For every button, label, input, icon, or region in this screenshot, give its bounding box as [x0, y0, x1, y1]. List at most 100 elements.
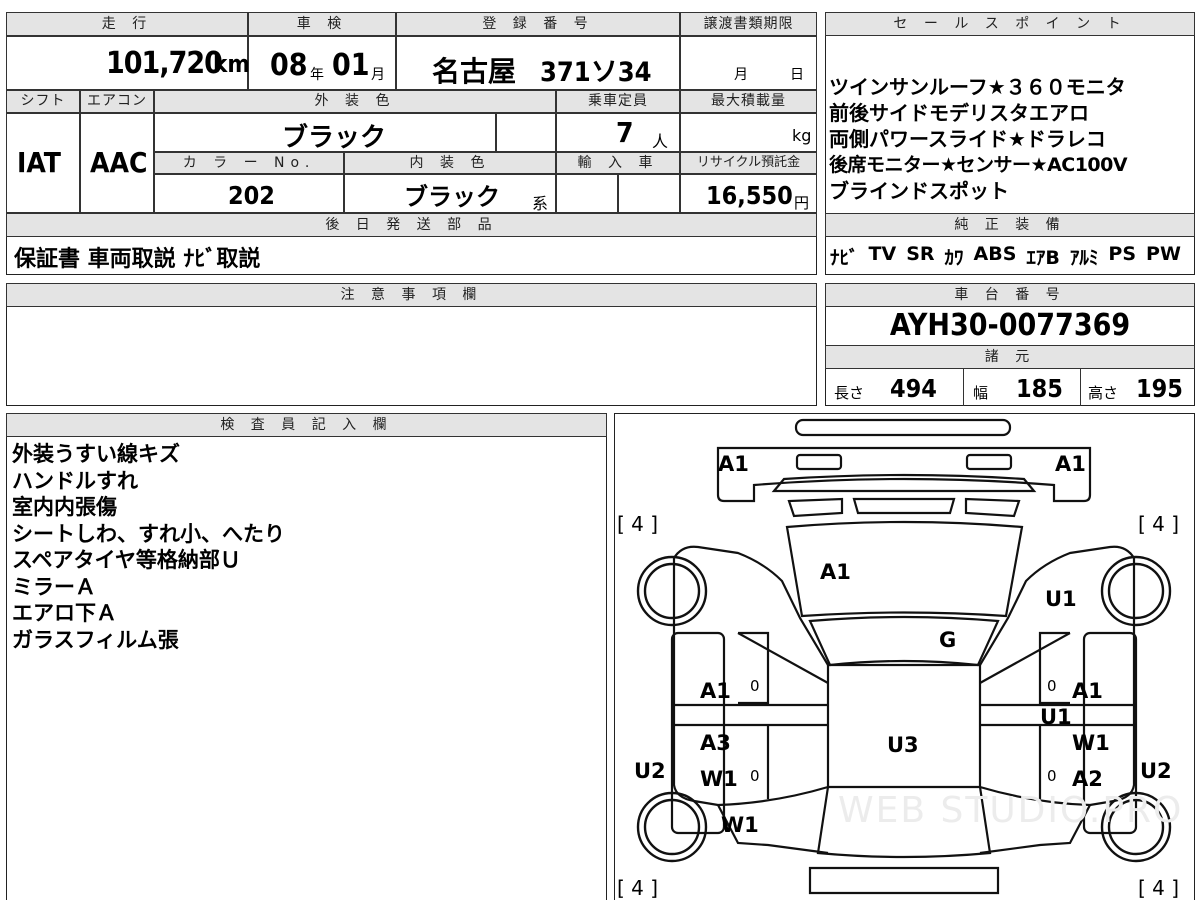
- inspector-note: シートしわ、すれ小、へたり: [12, 521, 285, 546]
- later-parts-value: 保証書 車両取説 ﾅﾋﾞ取説: [14, 247, 261, 272]
- inspector-note: 外装うすい線キズ: [12, 442, 180, 466]
- damage-right-front-door: A1: [1072, 679, 1103, 703]
- damage-right-pillar: U1: [1040, 705, 1072, 729]
- shift-header: シフト: [6, 90, 80, 113]
- length-value: 494: [890, 374, 937, 403]
- sales-points-list: ツインサンルーフ★３６０モニタ 前後サイドモデリスタエアロ 両側パワースライド★…: [829, 74, 1193, 204]
- sales-point-line: 後席モニター★センサー★AC100V: [829, 154, 1128, 176]
- inspection-month: 01: [332, 48, 370, 83]
- height-value: 195: [1136, 374, 1183, 403]
- capacity-header: 乗車定員: [556, 90, 680, 113]
- recycle-unit: 円: [794, 194, 810, 212]
- aircon-header: エアコン: [80, 90, 154, 113]
- inspector-note: スペアタイヤ等格納部Ｕ: [12, 548, 241, 572]
- width-label: 幅: [973, 384, 989, 402]
- registration-city: 名古屋: [432, 55, 517, 88]
- sales-point-line: ツインサンルーフ★３６０モニタ: [829, 75, 1126, 99]
- equipment-item: ｴｱB: [1026, 247, 1060, 269]
- mileage-unit: km: [213, 50, 250, 78]
- equipment-item: ﾅﾋﾞ: [830, 247, 859, 269]
- inspector-notes-list: 外装うすい線キズ ハンドルすれ 室内内張傷 シートしわ、すれ小、へたり スペアタ…: [12, 441, 602, 653]
- sales-point-line: 両側パワースライド★ドラレコ: [829, 127, 1106, 151]
- exterior-color-extra-cell: [496, 113, 556, 152]
- equipment-item: ｶﾜ: [944, 247, 964, 269]
- damage-front-right: A1: [1055, 452, 1086, 476]
- import-header: 輸 入 車: [556, 152, 680, 174]
- later-parts-header: 後 日 発 送 部 品: [6, 213, 817, 237]
- dimensions-divider: [1080, 369, 1081, 406]
- damage-right-side: U2: [1140, 759, 1172, 783]
- mileage-header: 走 行: [6, 12, 248, 36]
- damage-right-rear-door-w: W1: [1072, 731, 1110, 755]
- capacity-unit: 人: [652, 132, 669, 151]
- damage-windshield: G: [939, 628, 957, 652]
- color-no-value: 202: [228, 181, 275, 210]
- inspector-note: ハンドルすれ: [12, 468, 138, 493]
- sales-point-line: ブラインドスポット: [829, 179, 1009, 203]
- damage-right-front-fender: U1: [1045, 587, 1077, 611]
- equipment-item: ｱﾙﾐ: [1069, 247, 1099, 269]
- equipment-item: PW: [1146, 243, 1181, 265]
- capacity-value: 7: [616, 116, 634, 149]
- inspection-year: 08: [270, 48, 308, 83]
- tire-rear-right: [ 4 ]: [1138, 876, 1180, 900]
- interior-color-suffix: 系: [532, 194, 549, 213]
- registration-number: 371ソ34: [540, 57, 652, 88]
- genuine-equipment-list: ﾅﾋﾞ TV SR ｶﾜ ABS ｴｱB ｱﾙﾐ PS PW: [830, 243, 1190, 270]
- damage-left-side: U2: [634, 759, 666, 783]
- damage-hood: A1: [820, 560, 851, 584]
- registration-header: 登 録 番 号: [396, 12, 680, 36]
- interior-color-value: ブラック: [404, 183, 500, 211]
- damage-roof: U3: [887, 733, 919, 757]
- equipment-item: ABS: [973, 243, 1017, 265]
- tire-front-right: [ 4 ]: [1138, 512, 1180, 536]
- recycle-header: リサイクル預託金: [680, 152, 817, 174]
- equipment-item: PS: [1108, 243, 1137, 265]
- tire-rear-left: [ 4 ]: [617, 876, 659, 900]
- zero-mark: 0: [750, 677, 760, 695]
- genuine-equipment-header: 純 正 装 備: [825, 213, 1195, 237]
- sales-point-line: 前後サイドモデリスタエアロ: [829, 101, 1089, 125]
- interior-color-header: 内 装 色: [344, 152, 556, 174]
- transfer-day-unit: 日: [790, 67, 804, 83]
- inspector-note: ミラーＡ: [12, 574, 96, 599]
- sales-points-header: セ ー ル ス ポ イ ン ト: [825, 12, 1195, 36]
- dimensions-header: 諸 元: [825, 345, 1195, 369]
- inspection-header: 車 検: [248, 12, 396, 36]
- inspection-month-unit: 月: [371, 67, 385, 83]
- import-cell-left: [556, 174, 618, 213]
- zero-mark: 0: [1047, 767, 1057, 785]
- aircon-value: AAC: [90, 146, 148, 179]
- inspector-notes-header: 検 査 員 記 入 欄: [6, 413, 607, 437]
- equipment-item: SR: [906, 243, 935, 265]
- transfer-month-unit: 月: [734, 67, 748, 83]
- damage-left-rear-door-a: A3: [700, 731, 731, 755]
- exterior-color-header: 外 装 色: [154, 90, 556, 113]
- inspection-year-unit: 年: [310, 67, 324, 83]
- inspector-note: エアロ下Ａ: [12, 601, 117, 625]
- dimensions-divider: [963, 369, 964, 406]
- damage-left-rear-door-w: W1: [700, 767, 738, 791]
- max-load-unit: kg: [792, 126, 812, 145]
- damage-left-rear-fender: W1: [721, 813, 759, 837]
- import-cell-right: [618, 174, 680, 213]
- inspector-note: 室内内張傷: [12, 495, 117, 519]
- length-label: 長さ: [834, 384, 865, 402]
- recycle-value: 16,550: [706, 181, 793, 210]
- transfer-deadline-header: 譲渡書類期限: [680, 12, 817, 36]
- exterior-color-value: ブラック: [282, 123, 387, 153]
- equipment-item: TV: [868, 243, 897, 265]
- width-value: 185: [1016, 374, 1063, 403]
- shift-value: IAT: [17, 146, 61, 179]
- chassis-header: 車 台 番 号: [825, 283, 1195, 307]
- inspector-note: ガラスフィルム張: [12, 627, 179, 652]
- caution-header: 注 意 事 項 欄: [6, 283, 817, 307]
- zero-mark: 0: [1047, 677, 1057, 695]
- tire-front-left: [ 4 ]: [617, 512, 659, 536]
- color-no-header: カ ラ ー No.: [154, 152, 344, 174]
- damage-front-left: A1: [718, 452, 749, 476]
- damage-right-rear-door-a: A2: [1072, 767, 1103, 791]
- watermark: WEB STUDIO.PRO: [838, 790, 1184, 831]
- damage-left-front-door: A1: [700, 679, 731, 703]
- mileage-value: 101,720: [106, 46, 223, 81]
